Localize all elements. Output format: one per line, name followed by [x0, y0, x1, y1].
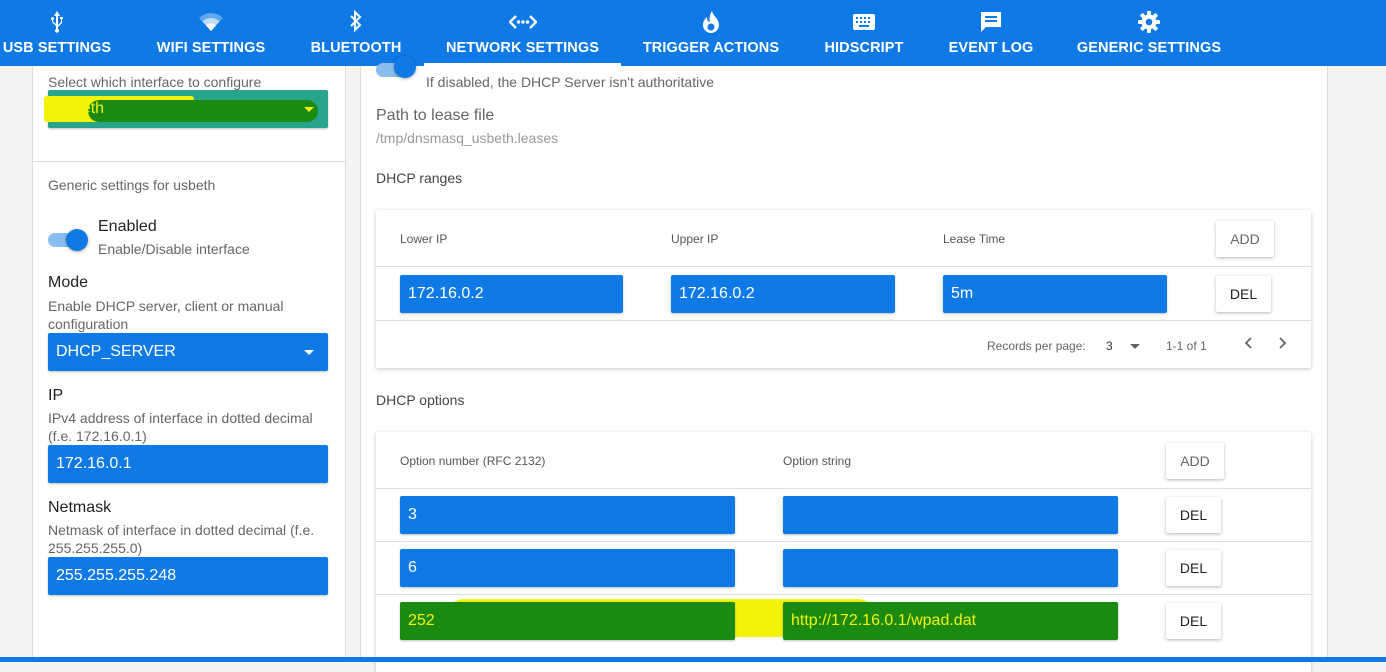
authoritative-hint: If disabled, the DHCP Server isn't autho… — [426, 74, 714, 90]
records-per-page-value: 3 — [1106, 339, 1113, 353]
pagination-range: 1-1 of 1 — [1166, 339, 1207, 353]
authoritative-toggle[interactable] — [376, 56, 418, 82]
network-icon — [424, 9, 621, 35]
option-number-input[interactable]: 6 — [400, 549, 735, 587]
delete-option-button[interactable]: DEL — [1166, 550, 1221, 586]
tab-usb-settings[interactable]: USB SETTINGS — [0, 0, 114, 66]
delete-range-button[interactable]: DEL — [1216, 276, 1271, 312]
enabled-subtitle: Enable/Disable interface — [98, 241, 250, 257]
divider — [376, 320, 1311, 321]
lower-ip-input[interactable]: 172.16.0.2 — [400, 275, 623, 313]
lease-path-title: Path to lease file — [376, 107, 495, 124]
dhcp-server-panel: If disabled, the DHCP Server isn't autho… — [360, 56, 1328, 672]
usb-icon — [0, 9, 114, 35]
option-string-input[interactable] — [783, 496, 1118, 534]
tab-label: USB SETTINGS — [2, 40, 112, 56]
option-string-value: http://172.16.0.1/wpad.dat — [791, 612, 977, 629]
interface-select[interactable]: usbeth — [44, 90, 328, 128]
delete-option-button[interactable]: DEL — [1166, 497, 1221, 533]
tab-trigger-actions[interactable]: TRIGGER ACTIONS — [641, 0, 781, 66]
dhcp-ranges-table: Lower IP Upper IP Lease Time ADD 172.16.… — [376, 210, 1311, 368]
previous-page-button[interactable] — [1241, 334, 1257, 352]
tab-label: EVENT LOG — [948, 40, 1034, 56]
keyboard-icon — [821, 9, 907, 35]
message-icon — [947, 9, 1035, 35]
mode-select[interactable]: DHCP_SERVER — [48, 333, 328, 371]
tab-wifi-settings[interactable]: WIFI SETTINGS — [152, 0, 270, 66]
column-header: Upper IP — [671, 232, 719, 246]
mode-subtitle: Enable DHCP server, client or manual con… — [48, 298, 284, 332]
records-per-page-select[interactable]: 3 — [1106, 339, 1141, 353]
tab-generic-settings[interactable]: GENERIC SETTINGS — [1075, 0, 1223, 66]
wifi-icon — [152, 9, 270, 35]
netmask-title: Netmask — [48, 499, 112, 516]
tab-label: GENERIC SETTINGS — [1076, 40, 1222, 56]
lease-time-input[interactable]: 5m — [943, 275, 1167, 313]
generic-settings-title: Generic settings for usbeth — [48, 177, 216, 193]
dhcp-options-table: Option number (RFC 2132) Option string A… — [376, 432, 1311, 672]
chevron-left-icon — [1244, 337, 1252, 349]
mode-title: Mode — [48, 274, 89, 291]
flame-icon — [641, 9, 781, 35]
bluetooth-icon — [308, 9, 404, 35]
chevron-right-icon — [1279, 337, 1287, 349]
interface-settings-panel: Select which interface to configure usbe… — [32, 66, 346, 662]
divider — [376, 266, 1311, 267]
chevron-down-icon — [304, 107, 314, 112]
tab-label: TRIGGER ACTIONS — [642, 40, 780, 56]
dhcp-ranges-title: DHCP ranges — [376, 170, 463, 186]
divider — [376, 488, 1311, 489]
divider — [33, 161, 345, 162]
add-range-button[interactable]: ADD — [1216, 221, 1274, 257]
divider — [376, 594, 1311, 595]
column-header: Option number (RFC 2132) — [400, 454, 546, 468]
tab-label: BLUETOOTH — [310, 40, 402, 56]
tab-bluetooth[interactable]: BLUETOOTH — [308, 0, 404, 66]
interface-select-value: usbeth — [56, 100, 105, 117]
records-per-page-label: Records per page: — [987, 339, 1086, 353]
add-option-button[interactable]: ADD — [1166, 443, 1224, 479]
enabled-title: Enabled — [98, 218, 157, 235]
tab-label: WIFI SETTINGS — [156, 40, 266, 56]
column-header: Lease Time — [943, 232, 1006, 246]
next-page-button[interactable] — [1274, 334, 1290, 352]
scribble-mark — [88, 100, 318, 122]
tab-hidscript[interactable]: HIDSCRIPT — [821, 0, 907, 66]
divider — [376, 541, 1311, 542]
option-number-input[interactable]: 3 — [400, 496, 735, 534]
mode-select-value: DHCP_SERVER — [56, 343, 176, 360]
tab-label: NETWORK SETTINGS — [445, 40, 600, 56]
ip-input[interactable]: 172.16.0.1 — [48, 445, 328, 483]
option-number-value: 252 — [408, 612, 435, 629]
ip-subtitle: IPv4 address of interface in dotted deci… — [48, 410, 313, 444]
interface-select-prompt: Select which interface to configure — [48, 74, 262, 90]
lease-path-value: /tmp/dnsmasq_usbeth.leases — [376, 130, 559, 146]
netmask-input[interactable]: 255.255.255.248 — [48, 557, 328, 595]
chevron-down-icon — [304, 350, 314, 355]
delete-option-button[interactable]: DEL — [1166, 603, 1221, 639]
toggle-knob — [394, 56, 416, 78]
column-header: Option string — [783, 454, 852, 468]
chevron-down-icon — [1130, 344, 1141, 350]
top-navigation-bar: USB SETTINGS WIFI SETTINGS BLUETOOTH NET… — [0, 0, 1386, 66]
enabled-toggle[interactable] — [48, 228, 90, 252]
tab-event-log[interactable]: EVENT LOG — [947, 0, 1035, 66]
upper-ip-input[interactable]: 172.16.0.2 — [671, 275, 895, 313]
tab-network-settings[interactable]: NETWORK SETTINGS — [424, 0, 621, 66]
column-header: Lower IP — [400, 232, 448, 246]
bottom-bar — [0, 657, 1386, 662]
dhcp-options-title: DHCP options — [376, 392, 465, 408]
gear-icon — [1075, 9, 1223, 35]
tab-label: HIDSCRIPT — [824, 40, 904, 56]
toggle-knob — [66, 229, 88, 251]
option-number-input[interactable]: 252 — [400, 602, 735, 640]
option-string-input[interactable] — [783, 549, 1118, 587]
netmask-subtitle: Netmask of interface in dotted decimal (… — [48, 522, 315, 556]
option-string-input[interactable]: http://172.16.0.1/wpad.dat — [783, 602, 1118, 640]
ip-title: IP — [48, 387, 64, 404]
